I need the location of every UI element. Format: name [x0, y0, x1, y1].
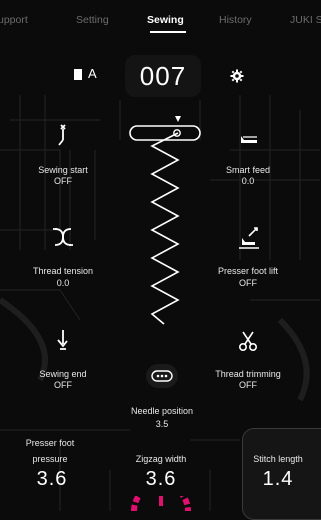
scissors-icon	[239, 331, 257, 351]
needle-position-button[interactable]	[146, 364, 178, 388]
sewing-start-label: Sewing start	[38, 165, 88, 175]
needle-marker-icon	[175, 116, 181, 122]
needle-start-icon	[58, 124, 66, 146]
gear-icon[interactable]	[230, 69, 244, 83]
thread-tension-button[interactable]: Thread tension 0.0	[8, 220, 118, 290]
smart-feed-button[interactable]: Smart feed 0.0	[193, 118, 303, 188]
tab-support[interactable]: upport	[0, 14, 28, 26]
dial-indicator-icon[interactable]	[130, 496, 192, 511]
presser-foot-pressure-label-line2: pressure	[32, 454, 68, 464]
tab-history[interactable]: History	[219, 14, 252, 26]
sewing-end-label: Sewing end	[39, 369, 87, 379]
needle-position-label: Needle position	[130, 406, 194, 416]
presser-foot-icon	[129, 125, 201, 141]
stitch-length-value[interactable]: 1.4	[247, 468, 309, 491]
pattern-letter[interactable]: A	[88, 66, 97, 81]
thread-trimming-label: Thread trimming	[215, 369, 281, 379]
needle-position-icon	[151, 370, 173, 382]
thread-tension-value: 0.0	[56, 278, 70, 288]
pattern-category-icon	[74, 69, 82, 80]
presser-foot-lift-value: OFF	[239, 278, 257, 288]
smart-feed-icon	[241, 126, 257, 143]
smart-feed-value: 0.0	[241, 176, 255, 186]
needle-end-icon	[57, 330, 68, 350]
tab-juki[interactable]: JUKI S	[290, 14, 321, 26]
stitch-length-label: Stitch length	[253, 454, 303, 464]
thread-tension-icon	[53, 228, 73, 246]
presser-foot-pressure-value[interactable]: 3.6	[22, 468, 82, 491]
presser-foot-lift-icon	[239, 226, 259, 249]
thread-trimming-value: OFF	[239, 380, 257, 390]
tab-sewing[interactable]: Sewing	[147, 14, 184, 26]
smart-feed-label: Smart feed	[225, 165, 271, 175]
needle-position-value: 3.5	[155, 419, 169, 429]
pattern-number[interactable]: 007	[125, 55, 201, 97]
thread-tension-label: Thread tension	[32, 266, 94, 276]
presser-foot-lift-button[interactable]: Presser foot lift OFF	[193, 220, 303, 290]
sewing-end-value: OFF	[54, 380, 72, 390]
zigzag-width-value[interactable]: 3.6	[130, 468, 192, 491]
active-tab-indicator	[150, 31, 186, 33]
zigzag-stitch-icon	[150, 132, 180, 325]
presser-foot-pressure-label-line1: Presser foot	[25, 438, 75, 448]
sewing-start-button[interactable]: Sewing start OFF	[8, 118, 118, 188]
thread-trimming-button[interactable]: Thread trimming OFF	[193, 324, 303, 394]
sewing-end-button[interactable]: Sewing end OFF	[8, 324, 118, 394]
presser-foot-lift-label: Presser foot lift	[217, 266, 279, 276]
sewing-start-value: OFF	[54, 176, 72, 186]
tab-setting[interactable]: Setting	[76, 14, 109, 26]
zigzag-width-label: Zigzag width	[135, 454, 187, 464]
presser-foot-pressure-label: Presser foot pressure	[10, 437, 90, 465]
pattern-number-text: 007	[139, 60, 187, 91]
